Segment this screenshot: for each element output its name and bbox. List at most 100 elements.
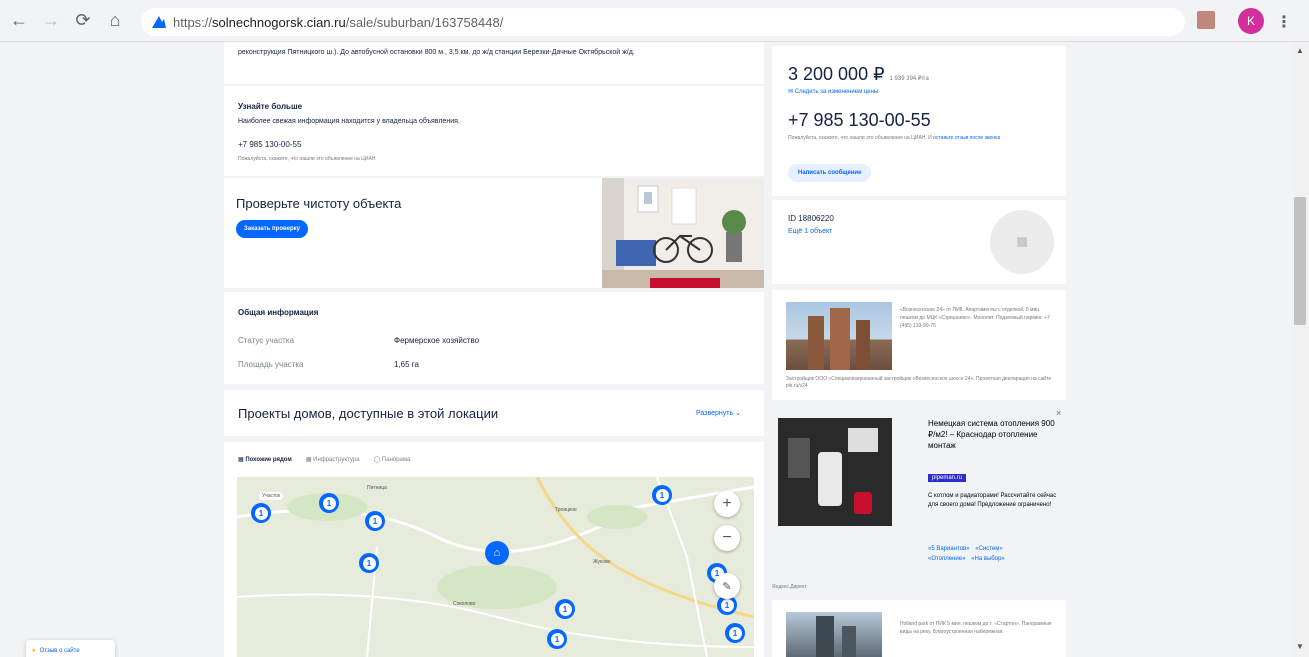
interior-photo	[602, 178, 764, 288]
expand-link[interactable]: Развернуть ⌄	[696, 409, 741, 417]
ad2-source: Яндекс.Директ	[772, 584, 807, 590]
map-marker[interactable]: 1	[547, 629, 567, 649]
general-info-title: Общая информация	[238, 308, 319, 317]
price-follow-link[interactable]: ✉ Следить за изменением цены	[788, 88, 878, 95]
ruler-icon: ✎	[722, 580, 732, 593]
agent-more-link[interactable]: Ещё 1 объект	[788, 228, 832, 235]
ad2-link[interactable]: «На выбор»	[971, 556, 1005, 562]
description-card: реконструкция Пятницкого ш.). До автобус…	[224, 42, 764, 84]
cian-logo-icon	[152, 16, 166, 28]
extension-icon[interactable]	[1197, 11, 1215, 29]
user-icon: ■	[1015, 230, 1029, 253]
agent-id: ID 18806220	[788, 214, 834, 223]
ruler-button[interactable]: ✎	[714, 573, 740, 599]
map-label-place3: Жуково	[593, 559, 611, 565]
ad2-link[interactable]: «Систем»	[975, 546, 1003, 552]
learn-more-text: Наиболее свежая информация находится у в…	[238, 118, 460, 125]
feedback-label: Отзыв о сайте	[39, 648, 80, 654]
learn-more-note: Пожалуйста, скажите, что нашли это объяв…	[238, 156, 376, 162]
projects-title: Проекты домов, доступные в этой локации	[238, 406, 499, 421]
ad2-link[interactable]: «5 Вариантов»	[928, 546, 970, 552]
check-object-title: Проверьте чистоту объекта	[236, 196, 402, 211]
home-icon[interactable]: ⌂	[102, 8, 128, 34]
back-arrow-icon[interactable]: ←	[6, 8, 32, 34]
general-info-card: Общая информация Статус участка Фермерск…	[224, 292, 764, 384]
ad2-domain[interactable]: pipeman.ru	[928, 474, 967, 482]
ad3-image	[786, 612, 882, 657]
ad1-image	[786, 302, 892, 370]
expand-label: Развернуть	[696, 410, 734, 417]
description-text: реконструкция Пятницкого ш.). До автобус…	[238, 49, 635, 56]
map-marker[interactable]: 1	[251, 503, 271, 523]
ad2-title[interactable]: Немецкая система отопления 900 ₽/м2! – К…	[928, 418, 1062, 451]
ad-card-3[interactable]: Holland park от ПИК 5 мин. пешком до т. …	[772, 600, 1066, 657]
ad-card-1[interactable]: «Вознесенское 24» от ПИК. Апартаменты с …	[772, 290, 1066, 400]
scroll-down-icon[interactable]: ▼	[1296, 642, 1304, 651]
info-label-status: Статус участка	[238, 336, 294, 345]
current-object-marker[interactable]: ⌂	[485, 541, 509, 565]
url-path: /sale/suburban/163758448/	[345, 14, 504, 30]
reload-icon[interactable]: ⟳	[70, 8, 96, 34]
interior-illustration	[602, 178, 764, 288]
scroll-thumb[interactable]	[1294, 197, 1306, 325]
map-label-place2: Троицкое	[555, 507, 577, 513]
close-icon[interactable]: ×	[1056, 408, 1061, 418]
map-label-place4: Соколово	[453, 601, 476, 607]
order-check-button[interactable]: Заказать проверку	[236, 220, 308, 238]
feedback-button[interactable]: ● Отзыв о сайте	[26, 640, 115, 657]
ad2-links: «5 Вариантов» «Систем» «Отопление» «На в…	[928, 544, 1062, 564]
check-object-card: Проверьте чистоту объекта Заказать прове…	[224, 178, 764, 288]
info-label-area: Площадь участка	[238, 360, 304, 369]
url-scheme: https://	[173, 14, 213, 30]
learn-more-card: Узнайте больше Наиболее свежая информаци…	[224, 86, 764, 176]
home-marker-icon: ⌂	[493, 547, 501, 559]
ad1-text: «Вознесенское 24» от ПИК. Апартаменты с …	[900, 307, 1050, 329]
address-bar[interactable]: https://solnechnogorsk.cian.ru/sale/subu…	[141, 8, 1185, 36]
review-link[interactable]: оставьте отзыв после звонка	[933, 135, 1000, 141]
ad2-link[interactable]: «Отопление»	[928, 556, 965, 562]
map-label-plot: Участок	[259, 492, 284, 500]
browser-menu-icon[interactable]: ⋮	[1276, 12, 1292, 32]
page-scrollbar[interactable]: ▲ ▼	[1291, 42, 1309, 657]
map-marker[interactable]: 1	[652, 485, 672, 505]
phone-note: Пожалуйста, скажите, что нашли это объяв…	[788, 135, 1001, 141]
learn-more-phone[interactable]: +7 985 130-00-55	[238, 140, 301, 149]
panorama-icon: ◯	[373, 457, 382, 463]
map-tabs: ▦ Похожие рядом ▦ Инфраструктура ◯ Панор…	[238, 456, 410, 463]
map-marker[interactable]: 1	[365, 511, 385, 531]
smile-icon: ●	[32, 648, 36, 654]
url-host: solnechnogorsk.cian.ru	[212, 14, 346, 30]
learn-more-title: Узнайте больше	[238, 102, 303, 111]
agent-card: ID 18806220 Ещё 1 объект ■	[772, 200, 1066, 284]
ad2-image	[778, 418, 892, 526]
map-label-place1: Пятница	[367, 485, 387, 491]
seller-phone[interactable]: +7 985 130-00-55	[788, 110, 931, 131]
price-card: 3 200 000 ₽ 1 939 394 ₽/га ✉ Следить за …	[772, 46, 1066, 196]
map-marker[interactable]: 1	[555, 599, 575, 619]
zoom-in-button[interactable]: +	[714, 491, 740, 517]
tab-infrastructure[interactable]: ▦ Инфраструктура	[306, 456, 360, 463]
ad1-footer: Застройщик ООО «Специализированный застр…	[786, 376, 1052, 389]
profile-avatar[interactable]: K	[1238, 8, 1264, 34]
price-value: 3 200 000 ₽ 1 939 394 ₽/га	[788, 64, 929, 84]
ad2-text: С котлом и радиаторами! Рассчитайте сейч…	[928, 493, 1057, 508]
map-marker[interactable]: 1	[319, 493, 339, 513]
chevron-down-icon: ⌄	[733, 410, 741, 417]
envelope-icon: ✉	[788, 89, 795, 95]
scroll-up-icon[interactable]: ▲	[1296, 46, 1304, 55]
price-per-unit: 1 939 394 ₽/га	[889, 76, 929, 82]
projects-card: Проекты домов, доступные в этой локации …	[224, 390, 764, 436]
tab-similar-nearby[interactable]: ▦ Похожие рядом	[238, 456, 292, 463]
write-message-button[interactable]: Написать сообщение	[788, 164, 872, 182]
map[interactable]: Участок Пятница Троицкое Жуково Соколово…	[237, 477, 754, 657]
info-value-status: Фермерское хозяйство	[394, 336, 480, 345]
map-marker[interactable]: 1	[359, 553, 379, 573]
zoom-out-button[interactable]: −	[714, 525, 740, 551]
info-value-area: 1,65 га	[394, 360, 419, 369]
map-marker[interactable]: 1	[725, 623, 745, 643]
avatar: ■	[990, 210, 1054, 274]
forward-arrow-icon[interactable]: →	[38, 8, 64, 34]
ad-card-2[interactable]: × Немецкая система отопления 900 ₽/м2! –…	[772, 404, 1066, 592]
map-roads	[237, 477, 754, 657]
tab-panorama[interactable]: ◯ Панорама	[374, 456, 411, 463]
